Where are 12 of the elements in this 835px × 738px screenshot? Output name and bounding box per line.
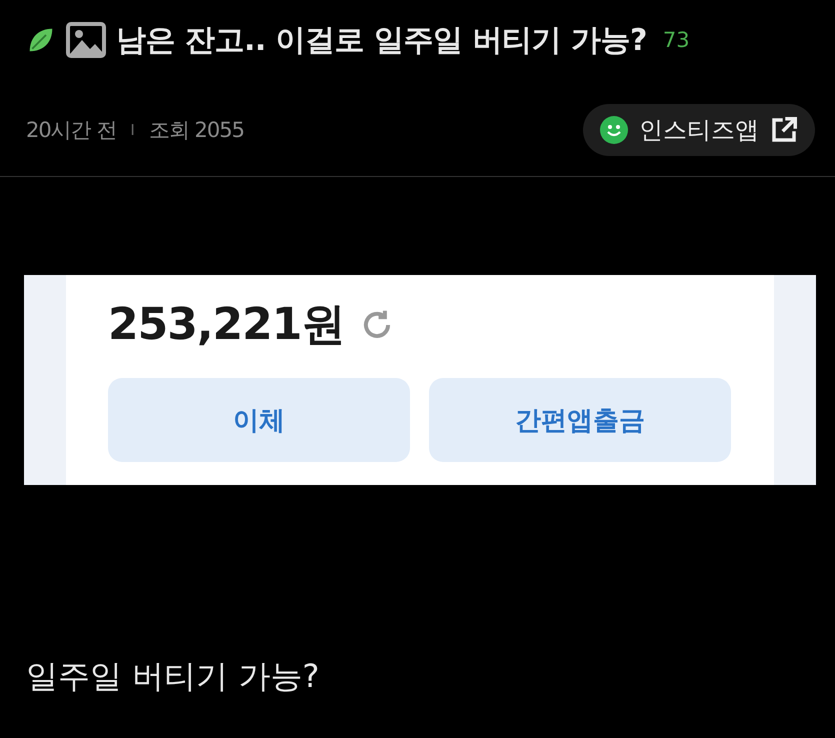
smiley-icon [599, 115, 629, 145]
post-time: 20시간 전 [26, 117, 116, 144]
separator: I [130, 121, 135, 139]
balance-amount: 253,221원 [108, 298, 344, 352]
action-button[interactable]: 간편앱출금 [429, 378, 731, 462]
post-body: 일주일 버티기 가능? [26, 656, 320, 697]
view-count: 조회 2055 [148, 117, 244, 144]
app-link-button[interactable]: 인스티즈앱 [583, 104, 815, 156]
post-title: 남은 잔고.. 이걸로 일주일 버티기 가능? [116, 22, 647, 60]
action-button[interactable]: 이체 [108, 378, 410, 462]
comment-count: 73 [662, 28, 690, 52]
image-icon [66, 22, 106, 58]
